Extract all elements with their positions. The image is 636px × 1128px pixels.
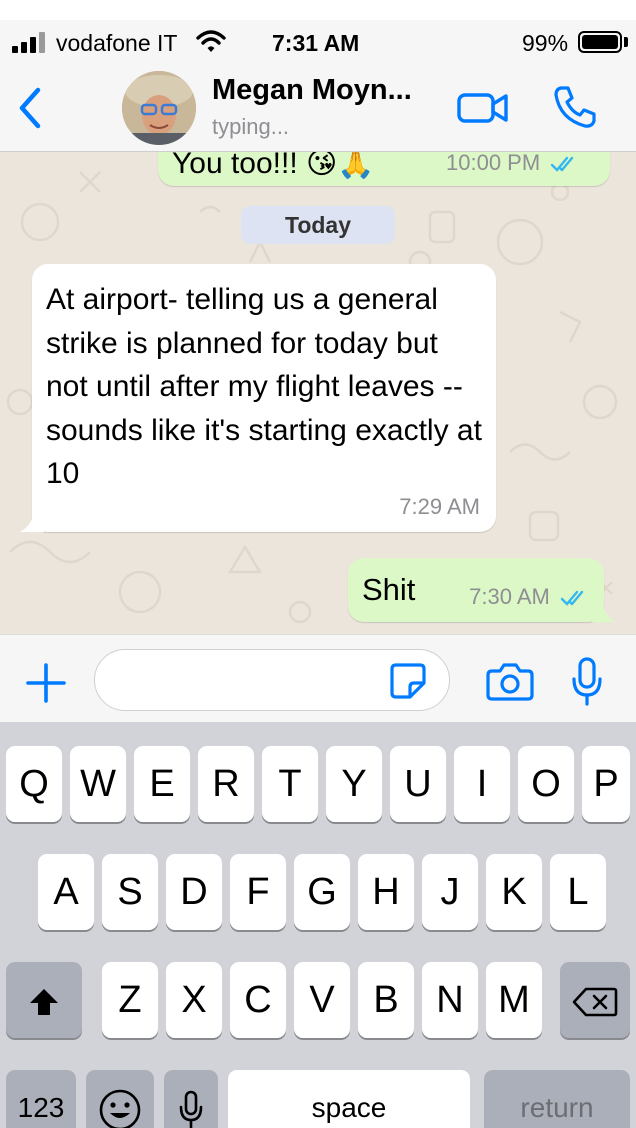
message-incoming[interactable]: At airport- telling us a general strike … [32,264,496,532]
key-k[interactable]: K [486,854,542,930]
key-a[interactable]: A [38,854,94,930]
back-chevron-icon[interactable] [14,86,44,130]
keyboard: Q W E R T Y U I O P A S D F G H J K L Z … [0,722,636,1128]
chat-header: Megan Moyn... typing... [0,66,636,152]
camera-icon[interactable] [486,661,534,701]
key-q[interactable]: Q [6,746,62,822]
shift-arrow-icon [30,988,58,1015]
double-check-icon [551,156,574,172]
contact-name[interactable]: Megan Moyn... [212,74,412,107]
message-meta: 10:00 PM [446,152,580,176]
message-time: 10:00 PM [446,152,541,175]
message-text: You too!!! 😘🙏 [172,152,375,180]
key-y[interactable]: Y [326,746,382,822]
emoji-icon [99,1089,141,1128]
battery-icon [578,31,622,53]
key-c[interactable]: C [230,962,286,1038]
microphone-icon [179,1090,203,1128]
key-s[interactable]: S [102,854,158,930]
message-meta: 7:30 AM [469,584,590,610]
signal-icon [12,31,50,53]
bubble-tail [20,508,44,532]
plus-icon[interactable] [26,663,66,703]
carrier-name: vodafone IT [56,30,178,56]
numbers-key[interactable]: 123 [6,1070,76,1128]
chat-messages[interactable]: You too!!! 😘🙏 10:00 PM Today At airport-… [0,152,636,634]
key-i[interactable]: I [454,746,510,822]
key-j[interactable]: J [422,854,478,930]
key-h[interactable]: H [358,854,414,930]
phone-icon[interactable] [552,84,598,130]
key-x[interactable]: X [166,962,222,1038]
key-o[interactable]: O [518,746,574,822]
message-time: 7:29 AM [399,494,480,519]
contact-status: typing... [212,114,290,139]
return-key[interactable]: return [484,1070,630,1128]
microphone-icon[interactable] [570,657,604,707]
video-call-icon[interactable] [456,88,510,128]
key-g[interactable]: G [294,854,350,930]
bubble-tail [592,598,616,622]
battery-tip [624,37,628,47]
key-u[interactable]: U [390,746,446,822]
battery-percentage: 99% [522,30,569,56]
double-check-icon [560,590,584,606]
key-t[interactable]: T [262,746,318,822]
date-separator: Today [241,206,395,244]
key-f[interactable]: F [230,854,286,930]
shift-key[interactable] [6,962,82,1038]
emoji-key[interactable] [86,1070,154,1128]
space-key[interactable]: space [228,1070,470,1128]
message-outgoing[interactable]: Shit 7:30 AM [348,558,604,622]
status-bar-top [0,0,636,20]
message-text: Shit [362,572,416,607]
key-v[interactable]: V [294,962,350,1038]
key-m[interactable]: M [486,962,542,1038]
clock: 7:31 AM [272,30,360,56]
message-text: At airport- telling us a general strike … [46,283,482,490]
message-input-bar [0,634,636,722]
backspace-key[interactable] [560,962,630,1038]
key-z[interactable]: Z [102,962,158,1038]
wifi-icon [196,30,226,52]
key-l[interactable]: L [550,854,606,930]
message-time: 7:30 AM [469,584,550,609]
key-n[interactable]: N [422,962,478,1038]
sticker-icon[interactable] [388,661,428,701]
key-d[interactable]: D [166,854,222,930]
backspace-icon [572,987,618,1017]
dictation-key[interactable] [164,1070,218,1128]
key-e[interactable]: E [134,746,190,822]
message-outgoing[interactable]: You too!!! 😘🙏 10:00 PM [158,152,610,186]
key-w[interactable]: W [70,746,126,822]
key-r[interactable]: R [198,746,254,822]
avatar[interactable] [122,71,196,145]
key-b[interactable]: B [358,962,414,1038]
key-p[interactable]: P [582,746,630,822]
